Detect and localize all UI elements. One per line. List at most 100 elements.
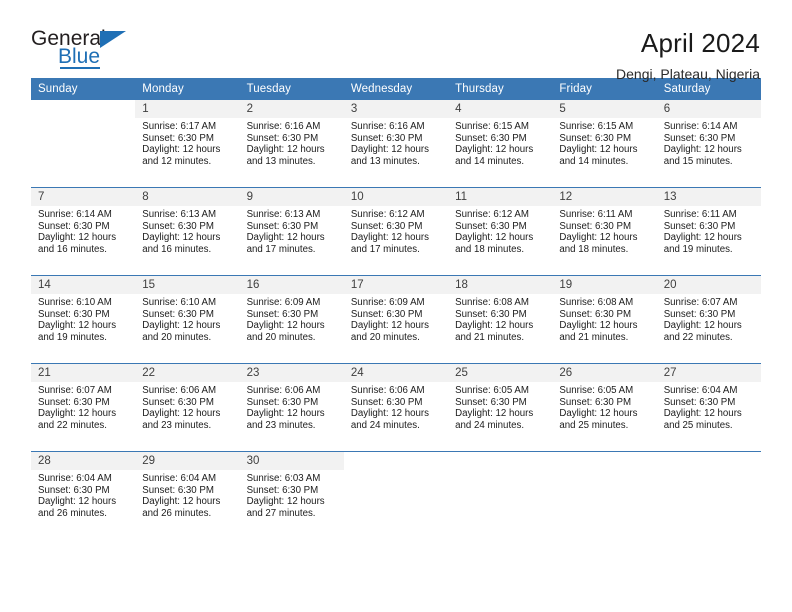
- sunset-text: Sunset: 6:30 PM: [38, 220, 110, 232]
- calendar-week-row: 21 Sunrise: 6:07 AM Sunset: 6:30 PM Dayligh…: [31, 363, 761, 452]
- sunset-text: Sunset: 6:30 PM: [559, 308, 632, 320]
- daylight-text-line1: Daylight: 12 hours: [663, 320, 742, 332]
- weekday-header-thursday: Thursday: [448, 78, 553, 100]
- calendar-day-cell[interactable]: 25 Sunrise: 6:05 AM Sunset: 6:30 PM Dayligh…: [448, 364, 553, 451]
- daylight-text-line2: and 13 minutes.: [246, 155, 316, 167]
- day-number: 20: [656, 276, 761, 294]
- daylight-text-line2: and 25 minutes.: [559, 419, 629, 431]
- day-number: 15: [135, 276, 240, 294]
- daylight-text-line1: Daylight: 12 hours: [455, 144, 534, 156]
- sunset-text: Sunset: 6:30 PM: [455, 132, 527, 144]
- daylight-text-line1: Daylight: 12 hours: [350, 320, 429, 332]
- day-number: 6: [656, 100, 761, 118]
- day-details: Sunrise: 6:14 AM Sunset: 6:30 PM Daylight:…: [31, 206, 135, 255]
- calendar-day-cell[interactable]: 24 Sunrise: 6:06 AM Sunset: 6:30 PM Dayligh…: [343, 364, 449, 451]
- calendar-day-cell-empty: [552, 452, 656, 539]
- day-number: 4: [448, 100, 553, 118]
- day-number: 10: [343, 188, 449, 206]
- day-details: Sunrise: 6:05 AM Sunset: 6:30 PM Daylight:…: [448, 382, 552, 431]
- day-number: 16: [239, 276, 344, 294]
- calendar-day-cell[interactable]: 2 Sunrise: 6:16 AM Sunset: 6:30 PM Daylight…: [239, 100, 344, 187]
- daylight-text-line2: and 25 minutes.: [663, 419, 733, 431]
- sunset-text: Sunset: 6:30 PM: [246, 132, 319, 144]
- daylight-text-line2: and 23 minutes.: [246, 419, 316, 431]
- calendar-day-cell[interactable]: 30 Sunrise: 6:03 AM Sunset: 6:30 PM Dayligh…: [239, 452, 344, 539]
- daylight-text-line1: Daylight: 12 hours: [455, 232, 534, 244]
- sunrise-text: Sunrise: 6:09 AM: [350, 297, 425, 308]
- daylight-text-line2: and 20 minutes.: [246, 331, 316, 343]
- calendar-day-cell[interactable]: 5 Sunrise: 6:15 AM Sunset: 6:30 PM Daylight…: [552, 100, 657, 187]
- sunset-text: Sunset: 6:30 PM: [663, 132, 736, 144]
- day-number: 13: [656, 188, 761, 206]
- calendar-day-cell[interactable]: 28 Sunrise: 6:04 AM Sunset: 6:30 PM Dayligh…: [31, 452, 136, 539]
- daylight-text-line1: Daylight: 12 hours: [350, 144, 429, 156]
- sunset-text: Sunset: 6:30 PM: [663, 396, 736, 408]
- calendar-day-cell[interactable]: 22 Sunrise: 6:06 AM Sunset: 6:30 PM Dayligh…: [135, 364, 240, 451]
- day-number: 25: [448, 364, 553, 382]
- calendar-day-cell[interactable]: 27 Sunrise: 6:04 AM Sunset: 6:30 PM Dayligh…: [656, 364, 761, 451]
- sunset-text: Sunset: 6:30 PM: [142, 308, 214, 320]
- daylight-text-line2: and 12 minutes.: [142, 155, 212, 167]
- calendar-day-cell[interactable]: 6 Sunrise: 6:14 AM Sunset: 6:30 PM Daylight…: [656, 100, 761, 187]
- day-details: Sunrise: 6:08 AM Sunset: 6:30 PM Daylight:…: [448, 294, 552, 343]
- daylight-text-line2: and 16 minutes.: [142, 243, 212, 255]
- daylight-text-line2: and 17 minutes.: [246, 243, 316, 255]
- daylight-text-line2: and 19 minutes.: [38, 331, 107, 343]
- calendar-day-cell[interactable]: 4 Sunrise: 6:15 AM Sunset: 6:30 PM Daylight…: [448, 100, 553, 187]
- day-details: Sunrise: 6:04 AM Sunset: 6:30 PM Daylight:…: [657, 382, 761, 431]
- daylight-text-line2: and 16 minutes.: [38, 243, 107, 255]
- calendar-day-cell[interactable]: 12 Sunrise: 6:11 AM Sunset: 6:30 PM Dayligh…: [552, 188, 657, 275]
- sunset-text: Sunset: 6:30 PM: [246, 308, 319, 320]
- sunrise-text: Sunrise: 6:05 AM: [455, 385, 529, 396]
- calendar-day-cell[interactable]: 8 Sunrise: 6:13 AM Sunset: 6:30 PM Daylight…: [135, 188, 240, 275]
- day-number: 8: [135, 188, 240, 206]
- calendar-day-cell[interactable]: 19 Sunrise: 6:08 AM Sunset: 6:30 PM Dayligh…: [552, 276, 657, 363]
- calendar-day-cell[interactable]: 1 Sunrise: 6:17 AM Sunset: 6:30 PM Daylight…: [135, 100, 240, 187]
- general-blue-logo[interactable]: General Blue: [31, 27, 141, 75]
- day-number: 3: [343, 100, 449, 118]
- calendar-day-cell[interactable]: 3 Sunrise: 6:16 AM Sunset: 6:30 PM Daylight…: [343, 100, 449, 187]
- day-details: Sunrise: 6:16 AM Sunset: 6:30 PM Daylight:…: [344, 118, 448, 167]
- title-block: April 2024 Dengi, Plateau, Nigeria: [616, 27, 760, 84]
- blue-triangle-icon: [100, 31, 126, 48]
- sunrise-text: Sunrise: 6:15 AM: [455, 121, 529, 132]
- daylight-text-line1: Daylight: 12 hours: [38, 232, 117, 244]
- day-details: Sunrise: 6:04 AM Sunset: 6:30 PM Daylight:…: [31, 470, 135, 519]
- calendar-day-cell[interactable]: 7 Sunrise: 6:14 AM Sunset: 6:30 PM Daylight…: [31, 188, 136, 275]
- daylight-text-line1: Daylight: 12 hours: [559, 320, 638, 332]
- day-number: [657, 452, 761, 470]
- sunrise-text: Sunrise: 6:15 AM: [559, 121, 634, 132]
- calendar-day-cell[interactable]: 17 Sunrise: 6:09 AM Sunset: 6:30 PM Dayligh…: [343, 276, 449, 363]
- calendar-day-cell[interactable]: 18 Sunrise: 6:08 AM Sunset: 6:30 PM Dayligh…: [448, 276, 553, 363]
- daylight-text-line1: Daylight: 12 hours: [663, 232, 742, 244]
- calendar-grid: Sunday Monday Tuesday Wednesday Thursday…: [31, 78, 761, 539]
- calendar-day-cell[interactable]: 9 Sunrise: 6:13 AM Sunset: 6:30 PM Daylight…: [239, 188, 344, 275]
- calendar-day-cell[interactable]: 21 Sunrise: 6:07 AM Sunset: 6:30 PM Dayligh…: [31, 364, 136, 451]
- day-number: 29: [135, 452, 240, 470]
- day-details: Sunrise: 6:11 AM Sunset: 6:30 PM Daylight:…: [552, 206, 656, 255]
- sunset-text: Sunset: 6:30 PM: [246, 220, 319, 232]
- calendar-day-cell[interactable]: 23 Sunrise: 6:06 AM Sunset: 6:30 PM Dayligh…: [239, 364, 344, 451]
- day-details: Sunrise: 6:17 AM Sunset: 6:30 PM Daylight:…: [135, 118, 239, 167]
- day-number: [344, 452, 448, 470]
- calendar-day-cell[interactable]: 14 Sunrise: 6:10 AM Sunset: 6:30 PM Dayligh…: [31, 276, 136, 363]
- daylight-text-line1: Daylight: 12 hours: [246, 232, 325, 244]
- calendar-day-cell[interactable]: 15 Sunrise: 6:10 AM Sunset: 6:30 PM Dayligh…: [135, 276, 240, 363]
- daylight-text-line1: Daylight: 12 hours: [142, 232, 221, 244]
- daylight-text-line1: Daylight: 12 hours: [142, 496, 221, 508]
- calendar-day-cell[interactable]: 29 Sunrise: 6:04 AM Sunset: 6:30 PM Dayligh…: [135, 452, 240, 539]
- calendar-day-cell[interactable]: 10 Sunrise: 6:12 AM Sunset: 6:30 PM Dayligh…: [343, 188, 449, 275]
- sunrise-text: Sunrise: 6:06 AM: [246, 385, 321, 396]
- sunrise-text: Sunrise: 6:07 AM: [663, 297, 738, 308]
- calendar-day-cell[interactable]: 20 Sunrise: 6:07 AM Sunset: 6:30 PM Dayligh…: [656, 276, 761, 363]
- day-number: 7: [31, 188, 136, 206]
- calendar-day-cell[interactable]: 13 Sunrise: 6:11 AM Sunset: 6:30 PM Dayligh…: [656, 188, 761, 275]
- daylight-text-line2: and 27 minutes.: [246, 507, 316, 519]
- calendar-day-cell[interactable]: 26 Sunrise: 6:05 AM Sunset: 6:30 PM Dayligh…: [552, 364, 657, 451]
- calendar-day-cell[interactable]: 11 Sunrise: 6:12 AM Sunset: 6:30 PM Dayligh…: [448, 188, 553, 275]
- day-number: 5: [552, 100, 657, 118]
- sunrise-text: Sunrise: 6:11 AM: [559, 209, 633, 220]
- sunset-text: Sunset: 6:30 PM: [350, 308, 423, 320]
- calendar-day-cell[interactable]: 16 Sunrise: 6:09 AM Sunset: 6:30 PM Dayligh…: [239, 276, 344, 363]
- sunrise-text: Sunrise: 6:14 AM: [38, 209, 112, 220]
